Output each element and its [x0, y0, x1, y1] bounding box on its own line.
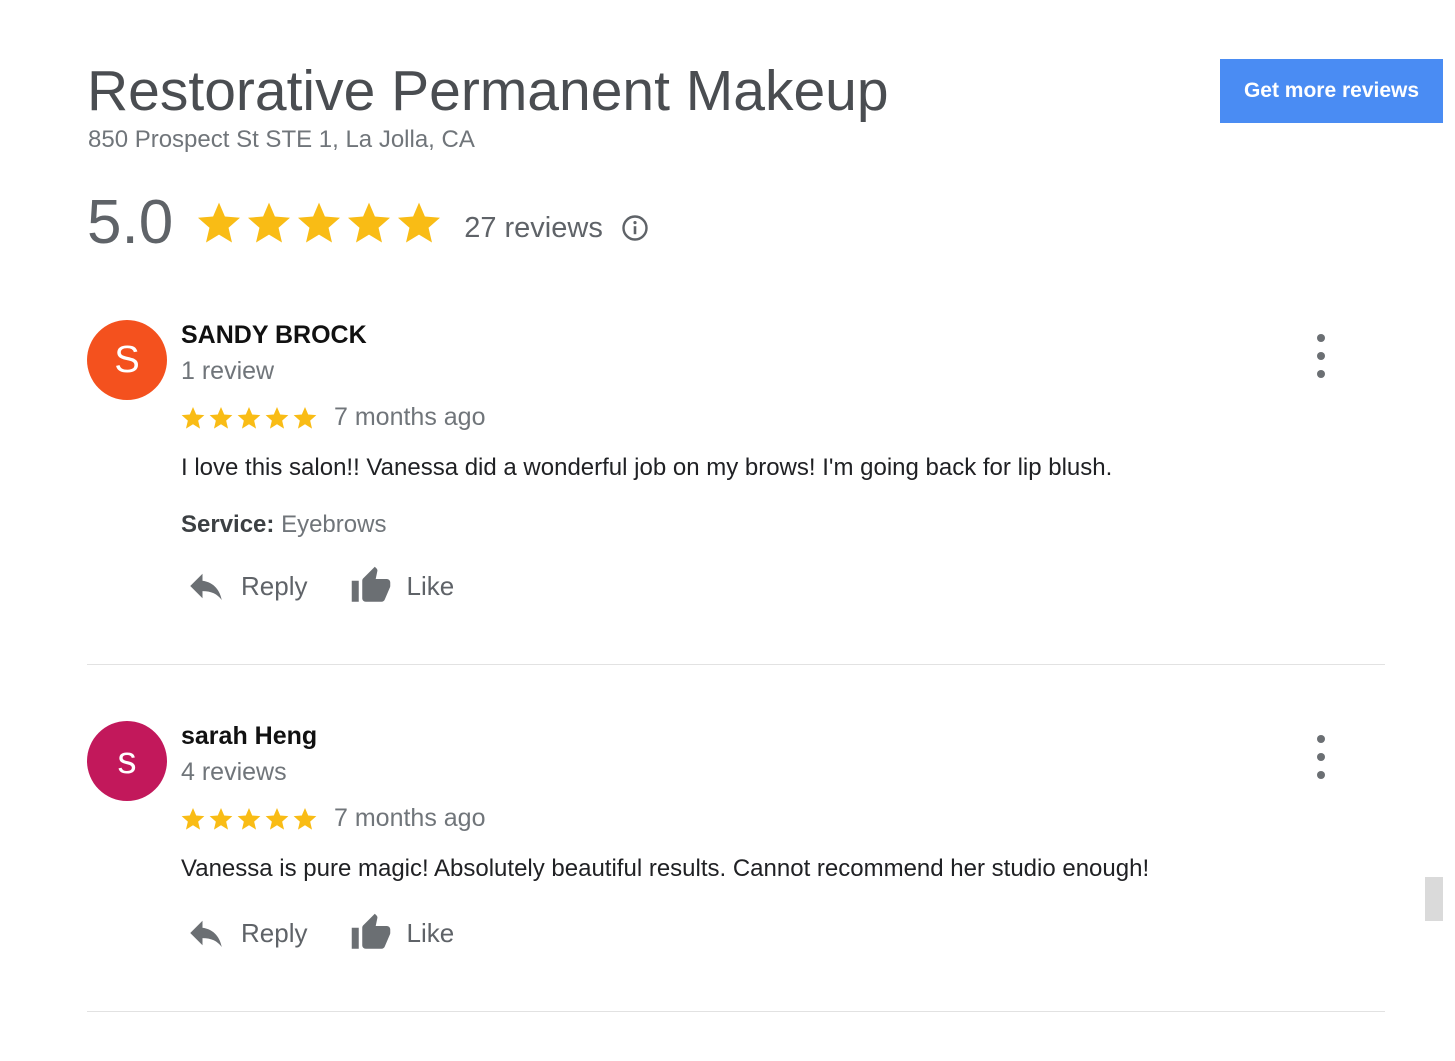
reviewer-review-count: 4 reviews [181, 758, 287, 786]
star-icon [181, 807, 205, 830]
like-button[interactable]: Like [350, 912, 454, 954]
service-value: Eyebrows [281, 511, 387, 538]
scrollbar-thumb[interactable] [1425, 877, 1443, 921]
review-stars [180, 405, 318, 431]
review-actions: Reply Like [185, 912, 454, 954]
star-icon [181, 406, 205, 429]
avatar: s [87, 721, 167, 801]
review-actions: Reply Like [185, 565, 454, 607]
like-label: Like [406, 570, 455, 601]
review-text: Vanessa is pure magic! Absolutely beauti… [181, 855, 1150, 882]
reply-button[interactable]: Reply [185, 565, 307, 607]
star-icon [265, 807, 289, 830]
like-label: Like [406, 917, 455, 948]
review-time: 7 months ago [334, 403, 486, 431]
business-address: 850 Prospect St STE 1, La Jolla, CA [88, 126, 475, 153]
star-icon [209, 807, 233, 830]
rating-stars [195, 199, 443, 247]
reply-icon [185, 912, 227, 954]
review-time: 7 months ago [334, 804, 486, 832]
review-rating-row: 7 months ago [180, 403, 486, 432]
thumbs-up-icon [350, 912, 392, 954]
more-options-icon[interactable] [1309, 334, 1333, 378]
star-icon [237, 807, 261, 830]
review-count: 27 reviews [464, 211, 603, 244]
review-stars [180, 806, 318, 832]
get-more-reviews-button[interactable]: Get more reviews [1220, 59, 1443, 123]
review-card: S SANDY BROCK 1 review 7 months ago I lo… [87, 320, 1385, 665]
review-rating-row: 7 months ago [180, 804, 486, 833]
service-label: Service: [181, 511, 275, 538]
review-card: s sarah Heng 4 reviews 7 months ago Vane… [87, 721, 1385, 1012]
star-icon [298, 202, 341, 243]
star-icon [398, 202, 441, 243]
star-icon [248, 202, 291, 243]
reviewer-name[interactable]: sarah Heng [181, 722, 317, 751]
star-icon [265, 406, 289, 429]
reviewer-name[interactable]: SANDY BROCK [181, 321, 367, 350]
reply-button[interactable]: Reply [185, 912, 307, 954]
thumbs-up-icon [350, 565, 392, 607]
star-icon [237, 406, 261, 429]
reply-icon [185, 565, 227, 607]
avatar: S [87, 320, 167, 400]
review-service: Service: Eyebrows [181, 511, 386, 539]
star-icon [209, 406, 233, 429]
more-options-icon[interactable] [1309, 735, 1333, 779]
review-text: I love this salon!! Vanessa did a wonder… [181, 454, 1113, 481]
star-icon [293, 406, 317, 429]
reply-label: Reply [241, 917, 308, 948]
info-icon[interactable] [621, 214, 649, 242]
star-icon [348, 202, 391, 243]
average-rating: 5.0 [87, 188, 174, 257]
reviewer-review-count: 1 review [181, 357, 275, 385]
star-icon [198, 202, 241, 243]
like-button[interactable]: Like [350, 565, 454, 607]
business-title: Restorative Permanent Makeup [87, 59, 889, 123]
reply-label: Reply [241, 570, 308, 601]
star-icon [293, 807, 317, 830]
rating-summary: 5.0 27 reviews [87, 186, 649, 260]
